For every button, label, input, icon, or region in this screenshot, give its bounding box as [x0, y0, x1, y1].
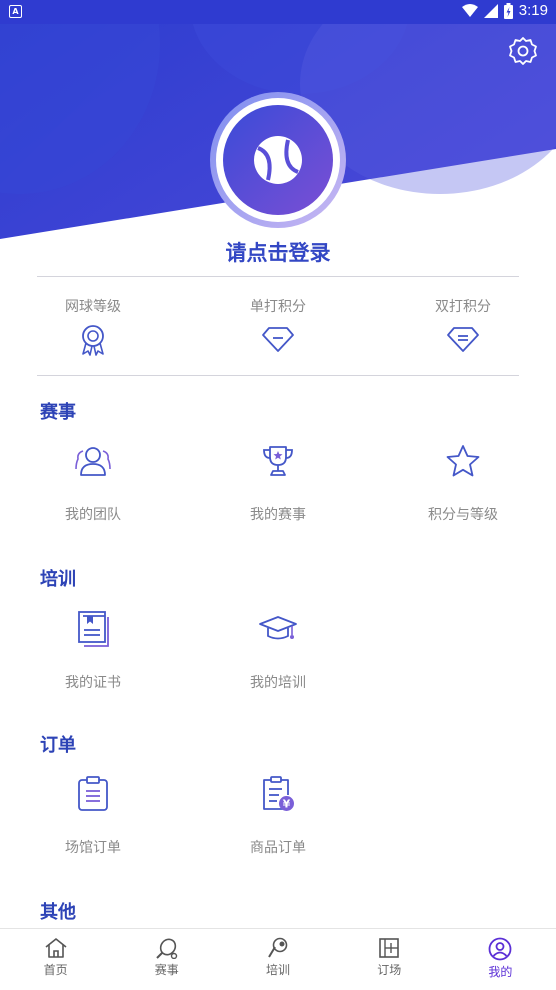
my-training-label: 我的培训 [250, 675, 306, 691]
svg-text:¥: ¥ [283, 798, 291, 811]
my-events-label: 我的赛事 [250, 507, 306, 523]
my-training-button[interactable]: 我的培训 [208, 608, 348, 692]
avatar[interactable] [210, 92, 346, 228]
divider [37, 375, 519, 376]
tab-training-label: 培训 [266, 963, 291, 977]
training-icon [268, 937, 288, 958]
my-team-label: 我的团队 [65, 507, 121, 523]
clipboard-icon [78, 776, 108, 811]
tab-court-booking[interactable]: 订场 [334, 929, 445, 990]
tab-home[interactable]: 首页 [0, 929, 111, 990]
tennis-ball-icon [254, 136, 302, 184]
tab-events-label: 赛事 [154, 963, 179, 977]
venue-orders-label: 场馆订单 [65, 840, 121, 856]
graduation-cap-icon [259, 616, 297, 640]
tab-mine[interactable]: 我的 [445, 929, 556, 990]
venue-orders-button[interactable]: 场馆订单 [23, 773, 163, 857]
star-icon [446, 445, 480, 477]
diamond-equal-icon [447, 327, 479, 352]
stat-label: 单打积分 [250, 299, 306, 315]
wifi-icon [461, 3, 478, 17]
my-events-button[interactable]: 我的赛事 [208, 440, 348, 524]
my-team-button[interactable]: 我的团队 [23, 440, 163, 524]
section-title-orders: 订单 [40, 735, 76, 756]
settings-button[interactable] [508, 36, 538, 66]
login-prompt[interactable]: 请点击登录 [0, 237, 556, 267]
tab-home-label: 首页 [43, 963, 68, 977]
user-icon [489, 937, 512, 961]
racket-icon [156, 938, 177, 959]
stat-doubles-points[interactable]: 双打积分 [393, 296, 533, 354]
signal-icon [483, 3, 498, 18]
points-and-level-label: 积分与等级 [428, 507, 498, 523]
trophy-icon [263, 446, 293, 476]
stat-label: 双打积分 [435, 299, 491, 315]
tab-events[interactable]: 赛事 [111, 929, 222, 990]
tab-training[interactable]: 培训 [222, 929, 333, 990]
gear-icon [509, 37, 537, 65]
stat-singles-points[interactable]: 单打积分 [208, 296, 348, 354]
product-orders-button[interactable]: ¥ 商品订单 [208, 773, 348, 857]
section-title-other: 其他 [40, 902, 76, 923]
bottom-tab-bar: 首页 赛事 培训 订场 我的 [0, 928, 556, 990]
certificate-icon [78, 611, 109, 647]
section-title-training: 培训 [40, 569, 76, 590]
product-orders-label: 商品订单 [250, 840, 306, 856]
diamond-minus-icon [262, 327, 294, 352]
stat-label: 网球等级 [65, 299, 121, 315]
divider [37, 276, 519, 277]
stat-tennis-level[interactable]: 网球等级 [23, 296, 163, 356]
section-title-events: 赛事 [40, 402, 76, 423]
tab-mine-label: 我的 [488, 965, 513, 979]
my-certificate-button[interactable]: 我的证书 [23, 608, 163, 692]
medal-icon [82, 325, 104, 356]
status-bar: A 3:19 [0, 0, 556, 24]
court-icon [379, 938, 400, 958]
team-icon [75, 447, 111, 476]
battery-icon [503, 2, 513, 19]
my-certificate-label: 我的证书 [65, 675, 121, 691]
stats-row: 网球等级 单打积分 双打积分 [0, 296, 556, 366]
app-notification-icon: A [9, 5, 22, 18]
clock: 3:19 [518, 2, 548, 19]
tab-court-booking-label: 订场 [377, 963, 402, 977]
points-and-level-button[interactable]: 积分与等级 [393, 440, 533, 524]
yen-receipt-icon: ¥ [263, 776, 294, 811]
home-icon [45, 938, 67, 958]
